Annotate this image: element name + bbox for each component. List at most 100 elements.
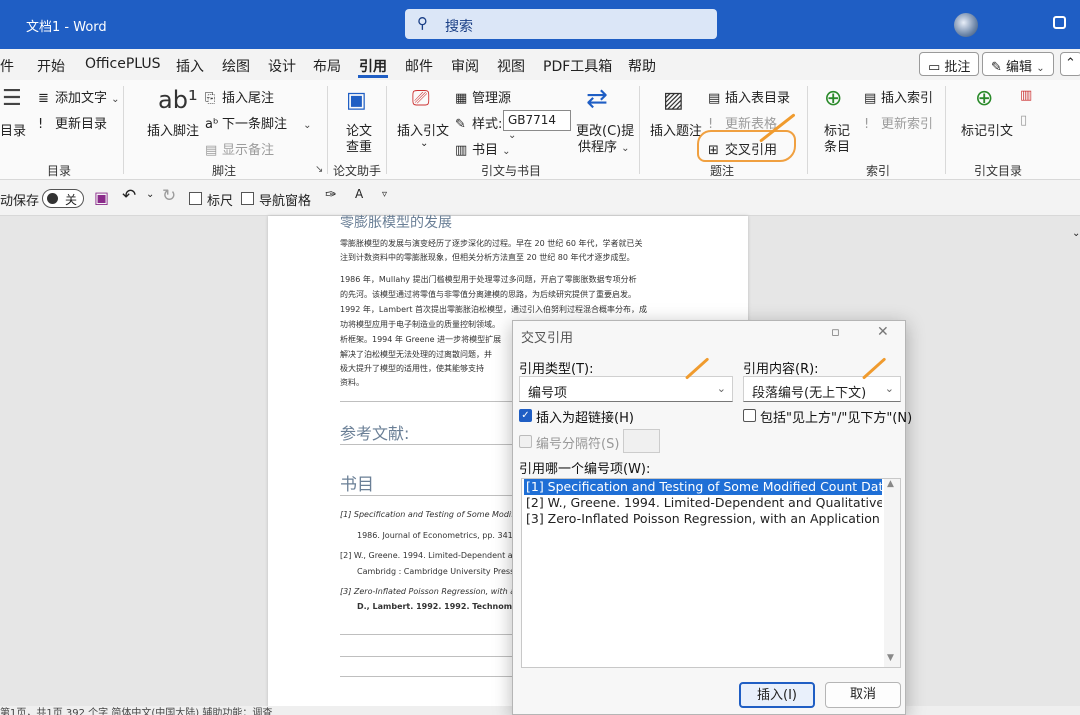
list-item[interactable]: [1] Specification and Testing of Some Mo…	[524, 479, 882, 495]
group-separator	[945, 86, 946, 174]
tab-design[interactable]: 设计	[268, 56, 296, 76]
status-text: 第1页，共1页 392 个字 简体中文(中国大陆) 辅助功能：调查	[0, 708, 273, 715]
autosave-toggle[interactable]: 关	[42, 189, 84, 208]
scroll-up-icon[interactable]: ▲	[887, 479, 894, 489]
tab-help[interactable]: 帮助	[628, 56, 656, 76]
reference-line: [2] W., Greene. 1994. Limited-Dependent …	[340, 551, 513, 560]
insert-toa-icon[interactable]: ▥	[1020, 88, 1032, 103]
update-provider-line2[interactable]: 供程序 ⌄	[578, 136, 630, 155]
citation-style-select[interactable]: GB7714 ⌄	[503, 110, 571, 141]
endnote-icon: ⎘	[205, 91, 216, 106]
editing-mode-button[interactable]: ✎ 编辑 ⌄	[982, 52, 1054, 76]
group-separator	[327, 86, 328, 174]
insert-caption-icon: ▨	[663, 88, 684, 113]
ref-content-label: 引用内容(R):	[743, 362, 819, 377]
redo-icon[interactable]: ↻	[162, 186, 176, 206]
tab-mailings[interactable]: 邮件	[405, 56, 433, 76]
close-icon[interactable]: ✕	[877, 324, 889, 340]
toggle-knob	[47, 193, 58, 204]
mark-citation-button[interactable]: 标记引文	[961, 120, 1013, 139]
check-line2[interactable]: 查重	[346, 136, 372, 155]
paragraph-line: 解决了泊松模型无法处理的过离散问题，并	[340, 350, 492, 359]
list-item[interactable]: [2] W., Greene. 1994. Limited-Dependent …	[524, 495, 882, 511]
paragraph-line: 零膨胀模型的发展与演变经历了逐步深化的过程。早在 20 世纪 60 年代，学者就…	[340, 239, 643, 248]
tab-file[interactable]: 件	[0, 56, 14, 76]
customize-qat-icon[interactable]: ▿	[382, 189, 387, 200]
reference-line: [1] Specification and Testing of Some Mo…	[340, 510, 517, 519]
chevron-down-icon: ⌄	[1036, 63, 1045, 74]
update-toc-button[interactable]: ! 更新目录	[38, 113, 107, 132]
paragraph-line: 1986 年，Mullahy 提出门槛模型用于处理零过多问题，开启了零膨胀数据专…	[340, 275, 637, 284]
insert-button[interactable]: 插入(I)	[739, 682, 815, 708]
search-box[interactable]: ⚲ 搜索	[405, 9, 717, 39]
tab-draw[interactable]: 绘图	[222, 56, 250, 76]
above-below-checkbox[interactable]	[743, 409, 756, 422]
tab-layout[interactable]: 布局	[313, 56, 341, 76]
separator-checkbox[interactable]	[519, 435, 532, 448]
toc-button[interactable]: 目录	[0, 120, 26, 139]
cross-reference-dialog: 交叉引用 ▫ ✕ 引用类型(T): 编号项 ⌄ 引用内容(R): 段落编号(无上下…	[512, 320, 912, 715]
hyperlink-label: 插入为超链接(H)	[536, 411, 634, 426]
group-label-index: 索引	[866, 164, 891, 178]
cancel-button[interactable]: 取消	[825, 682, 901, 708]
nav-pane-checkbox[interactable]	[241, 192, 254, 205]
hyperlink-checkbox[interactable]: ✓	[519, 409, 532, 422]
undo-icon[interactable]: ↶	[122, 186, 136, 206]
tab-pdf-tools[interactable]: PDF工具箱	[543, 56, 612, 76]
comments-button[interactable]: ▭ 批注	[919, 52, 980, 76]
scroll-down-icon[interactable]: ▼	[887, 653, 894, 663]
paragraph-line: 1992 年，Lambert 首次提出零膨胀泊松模型，通过引入伯努利过程混合概率…	[340, 305, 648, 314]
read-aloud-icon[interactable]: A	[355, 187, 363, 201]
group-label-footnote: 脚注	[212, 164, 237, 178]
which-item-label: 引用哪一个编号项(W):	[519, 462, 651, 477]
list-item[interactable]: [3] Zero-Inflated Poisson Regression, wi…	[524, 511, 882, 527]
insert-footnote-button[interactable]: 插入脚注	[147, 120, 199, 139]
tab-view[interactable]: 视图	[497, 56, 525, 76]
pencil-icon: ✎	[991, 60, 1007, 75]
chevron-down-icon[interactable]: ⌄	[146, 189, 154, 200]
group-separator	[639, 86, 640, 174]
dialog-title: 交叉引用	[521, 331, 574, 346]
ruler-checkbox[interactable]	[189, 192, 202, 205]
save-icon[interactable]: ▣	[94, 188, 109, 207]
update-index-button[interactable]: ! 更新索引	[864, 113, 933, 132]
update-index-icon: !	[864, 117, 870, 132]
insert-citation-button[interactable]: 插入引文	[397, 120, 449, 139]
ribbon-options-button[interactable]: ⌃	[1060, 52, 1080, 76]
tab-home[interactable]: 开始	[37, 56, 65, 76]
mark-entry-line2[interactable]: 条目	[824, 136, 850, 155]
show-notes-button[interactable]: ▤ 显示备注	[205, 139, 274, 158]
annotation-highlight	[697, 130, 796, 162]
tab-officeplus[interactable]: OfficePLUS	[85, 56, 161, 72]
insert-table-of-figures-button[interactable]: ▤ 插入表目录	[708, 87, 790, 106]
numbered-items-list[interactable]: [1] Specification and Testing of Some Mo…	[521, 478, 901, 668]
list-scrollbar[interactable]: ▲ ▼	[884, 479, 900, 667]
references-heading: 参考文献:	[340, 424, 410, 443]
next-footnote-button[interactable]: aᵇ 下一条脚注 ⌄	[205, 113, 312, 132]
tab-references[interactable]: 引用	[359, 56, 387, 76]
insert-endnote-button[interactable]: ⎘ 插入尾注	[205, 87, 274, 106]
ref-type-select[interactable]: 编号项 ⌄	[519, 376, 733, 402]
separator-input[interactable]	[623, 429, 660, 453]
group-separator	[807, 86, 808, 174]
bibliography-button[interactable]: ▥ 书目 ⌄	[455, 139, 511, 158]
brush-icon[interactable]: ✑	[325, 187, 337, 203]
add-text-button[interactable]: ≣ 添加文字 ⌄	[38, 87, 120, 106]
dialog-launcher-icon[interactable]: ↘	[315, 164, 323, 175]
group-label-caption: 题注	[710, 164, 735, 178]
group-separator	[123, 86, 124, 174]
tab-review[interactable]: 审阅	[451, 56, 479, 76]
avatar[interactable]	[954, 13, 978, 37]
manage-sources-button[interactable]: ▦ 管理源	[455, 87, 511, 106]
scroll-chevron-icon[interactable]: ⌄	[1072, 228, 1080, 239]
restore-window-icon[interactable]	[1053, 16, 1066, 29]
update-toa-icon[interactable]: ▯	[1020, 113, 1027, 128]
mark-citation-icon: ⊕	[975, 86, 994, 111]
maximize-icon[interactable]: ▫	[831, 325, 840, 340]
insert-caption-button[interactable]: 插入题注	[650, 120, 702, 139]
insert-index-button[interactable]: ▤ 插入索引	[864, 87, 933, 106]
paragraph-line: 析框架。1994 年 Greene 进一步将模型扩展	[340, 335, 502, 344]
chevron-down-icon: ⌄	[716, 382, 726, 395]
ref-content-select[interactable]: 段落编号(无上下文) ⌄	[743, 376, 901, 402]
tab-insert[interactable]: 插入	[176, 56, 204, 76]
